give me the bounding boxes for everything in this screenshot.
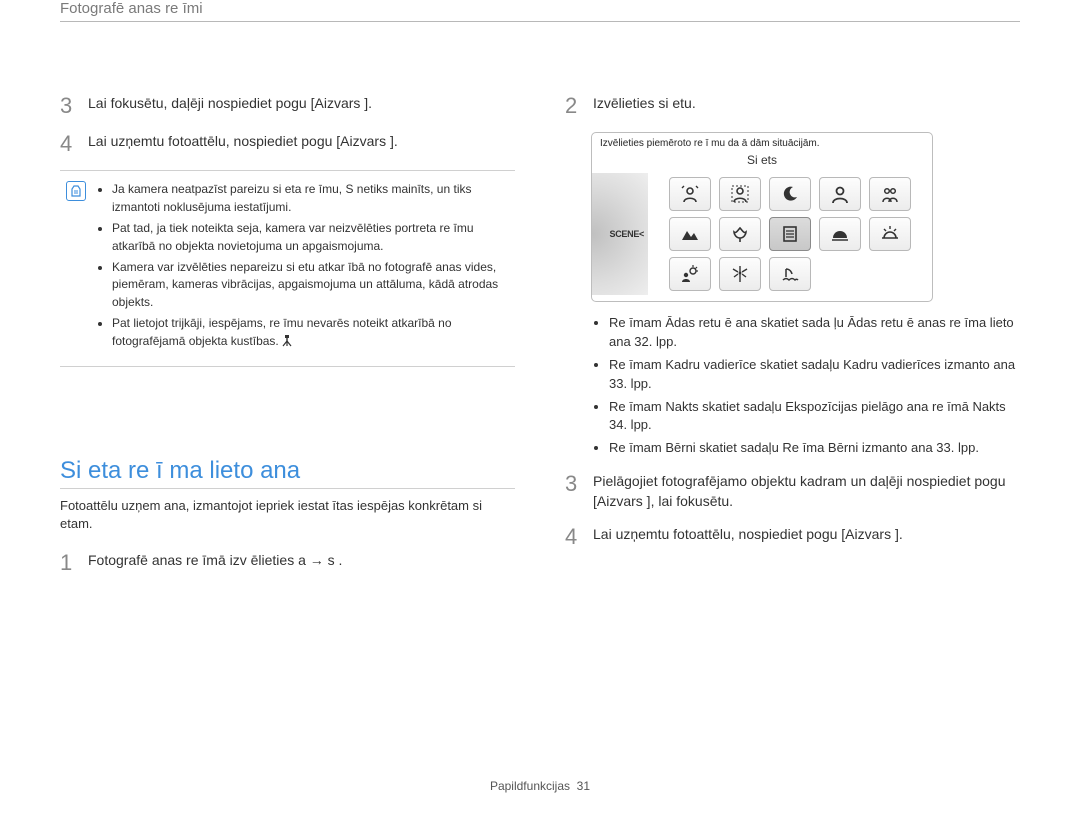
page-content: 3 Lai fokusētu, daļēji nospiediet pogu [… (0, 46, 1080, 609)
device-screenshot: Izvēlieties piemēroto re ī mu da ā dām s… (565, 132, 1020, 302)
step-text: Lai uzņemtu fotoattēlu, nospiediet pogu … (593, 525, 903, 545)
note-item: Kamera var izvēlēties nepareizu si etu a… (112, 259, 509, 311)
scene-frame-guide-icon[interactable] (719, 177, 761, 211)
scene-portrait-icon[interactable] (819, 177, 861, 211)
reference-item: Re īmam Bērni skatiet sadaļu Re īma Bērn… (609, 439, 1020, 458)
step-number: 4 (565, 525, 583, 549)
step-text: Pielāgojiet fotografējamo objektu kadram… (593, 472, 1020, 511)
step-3: 3 Pielāgojiet fotografējamo objektu kadr… (565, 472, 1020, 511)
note-item: Pat tad, ja tiek noteikta seja, kamera v… (112, 220, 509, 255)
scene-children-icon[interactable] (869, 177, 911, 211)
mode-dial-indicator: SCENE< (592, 173, 648, 295)
scene-beauty-icon[interactable] (669, 177, 711, 211)
note-item: Pat lietojot trijkāji, iespējams, re īmu… (112, 315, 509, 352)
footer-label: Papildfunkcijas (490, 779, 570, 793)
page-number: 31 (577, 779, 590, 793)
scene-icon-grid (648, 173, 932, 295)
reference-item: Re īmam Kadru vadierīce skatiet sadaļu K… (609, 356, 1020, 394)
section-description: Fotoattēlu uzņem ana, izmantojot iepriek… (60, 497, 515, 533)
page-footer: Papildfunkcijas 31 (0, 779, 1080, 793)
reference-item: Re īmam Nakts skatiet sadaļu Ekspozīcija… (609, 398, 1020, 436)
step-4: 4 Lai uzņemtu fotoattēlu, nospiediet pog… (565, 525, 1020, 549)
scene-text-icon[interactable] (769, 217, 811, 251)
scene-label: SCENE< (610, 229, 644, 239)
tripod-icon (282, 335, 292, 352)
scene-firework-icon[interactable] (719, 257, 761, 291)
scene-backlight-icon[interactable] (669, 257, 711, 291)
step-number: 4 (60, 132, 78, 156)
right-column: 2 Izvēlieties si etu. Izvēlieties piemēr… (565, 94, 1020, 589)
step-text: Izvēlieties si etu. (593, 94, 696, 114)
step-number: 3 (565, 472, 583, 496)
reference-item: Re īmam Ādas retu ē ana skatiet sada ļu … (609, 314, 1020, 352)
step-text: Lai uzņemtu fotoattēlu, nospiediet pogu … (88, 132, 398, 152)
info-icon (66, 181, 86, 201)
note-box: Ja kamera neatpazīst pareizu si eta re ī… (60, 170, 515, 367)
step-2: 2 Izvēlieties si etu. (565, 94, 1020, 118)
step-1: 1 Fotografē anas re īmā izv ēlieties a →… (60, 551, 515, 575)
step-number: 2 (565, 94, 583, 118)
left-column: 3 Lai fokusētu, daļēji nospiediet pogu [… (60, 94, 515, 589)
page-section-header: Fotografē anas re īmi (60, 0, 1020, 22)
device-frame: Izvēlieties piemēroto re ī mu da ā dām s… (591, 132, 933, 302)
step-4: 4 Lai uzņemtu fotoattēlu, nospiediet pog… (60, 132, 515, 156)
section-title: Si eta re ī ma lieto ana (60, 457, 515, 489)
scene-sunset-icon[interactable] (819, 217, 861, 251)
step-number: 1 (60, 551, 78, 575)
step-text: Lai fokusētu, daļēji nospiediet pogu [Ai… (88, 94, 372, 114)
reference-list: Re īmam Ādas retu ē ana skatiet sada ļu … (565, 314, 1020, 458)
device-caption: Izvēlieties piemēroto re ī mu da ā dām s… (592, 133, 932, 149)
step-text: Fotografē anas re īmā izv ēlieties a → s… (88, 551, 342, 571)
scene-closeup-icon[interactable] (719, 217, 761, 251)
step-number: 3 (60, 94, 78, 118)
scene-dawn-icon[interactable] (869, 217, 911, 251)
scene-landscape-icon[interactable] (669, 217, 711, 251)
note-list: Ja kamera neatpazīst pareizu si eta re ī… (96, 181, 509, 356)
scene-night-icon[interactable] (769, 177, 811, 211)
step-3: 3 Lai fokusētu, daļēji nospiediet pogu [… (60, 94, 515, 118)
device-title: Si ets (592, 149, 932, 173)
scene-beach-snow-icon[interactable] (769, 257, 811, 291)
note-item: Ja kamera neatpazīst pareizu si eta re ī… (112, 181, 509, 216)
